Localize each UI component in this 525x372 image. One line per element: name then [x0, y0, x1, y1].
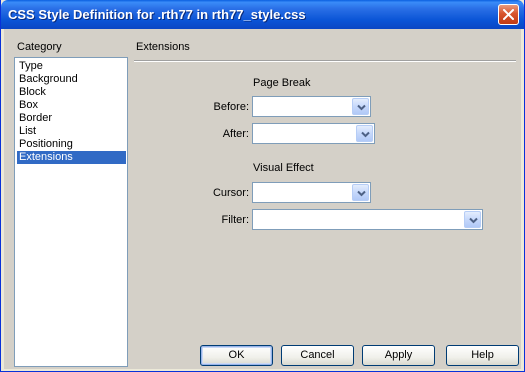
chevron-down-icon [469, 217, 478, 224]
close-button[interactable] [498, 4, 519, 25]
category-item-type[interactable]: Type [17, 60, 126, 73]
cursor-select[interactable] [252, 182, 371, 203]
panel-separator [134, 60, 516, 62]
category-item-background[interactable]: Background [17, 73, 126, 86]
apply-button[interactable]: Apply [362, 345, 435, 366]
category-item-extensions[interactable]: Extensions [17, 151, 126, 164]
category-item-box[interactable]: Box [17, 99, 126, 112]
chevron-down-icon [357, 190, 366, 197]
filter-select[interactable] [252, 209, 483, 230]
ok-button[interactable]: OK [200, 345, 273, 366]
before-select[interactable] [252, 96, 371, 117]
after-select[interactable] [252, 123, 375, 144]
cancel-button[interactable]: Cancel [281, 345, 354, 366]
before-dropdown-button[interactable] [352, 98, 369, 115]
chevron-down-icon [357, 104, 366, 111]
help-button[interactable]: Help [446, 345, 519, 366]
category-item-block[interactable]: Block [17, 86, 126, 99]
category-list[interactable]: Type Background Block Box Border List Po… [14, 57, 128, 367]
after-dropdown-button[interactable] [356, 125, 373, 142]
filter-label: Filter: [221, 214, 250, 226]
filter-dropdown-button[interactable] [464, 211, 481, 228]
visual-effect-heading: Visual Effect [253, 162, 314, 174]
page-break-heading: Page Break [253, 77, 311, 89]
category-label: Category [17, 41, 62, 53]
title-bar[interactable]: CSS Style Definition for .rth77 in rth77… [1, 0, 524, 29]
after-label: After: [222, 128, 249, 140]
cursor-dropdown-button[interactable] [352, 184, 369, 201]
window-title: CSS Style Definition for .rth77 in rth77… [8, 7, 306, 22]
category-item-list[interactable]: List [17, 125, 126, 138]
chevron-down-icon [361, 131, 370, 138]
close-icon [503, 9, 514, 20]
dialog-window: CSS Style Definition for .rth77 in rth77… [0, 0, 525, 372]
category-item-border[interactable]: Border [17, 112, 126, 125]
category-item-positioning[interactable]: Positioning [17, 138, 126, 151]
before-label: Before: [213, 101, 249, 113]
cursor-label: Cursor: [212, 187, 249, 199]
panel-title: Extensions [136, 41, 190, 53]
